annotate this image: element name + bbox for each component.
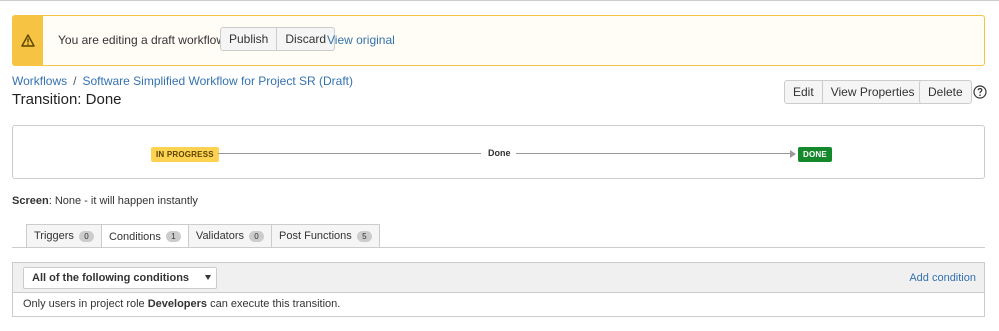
transition-name-label: Done bbox=[488, 148, 511, 158]
condition-row: Only users in project role Developers ca… bbox=[23, 298, 340, 310]
draft-workflow-banner: You are editing a draft workflow. Publis… bbox=[12, 15, 985, 66]
delete-button[interactable]: Delete bbox=[919, 80, 972, 104]
transition-actions: Edit View Properties bbox=[784, 80, 924, 104]
transition-line bbox=[516, 153, 794, 154]
tab-label: Triggers bbox=[34, 230, 74, 242]
tab-post-functions[interactable]: Post Functions 5 bbox=[271, 224, 380, 247]
breadcrumb-workflow-link[interactable]: Software Simplified Workflow for Project… bbox=[82, 74, 353, 88]
condition-text-suffix: can execute this transition. bbox=[207, 298, 341, 310]
breadcrumb: Workflows / Software Simplified Workflow… bbox=[12, 74, 353, 88]
banner-button-group: Publish Discard bbox=[220, 27, 336, 51]
tab-count-badge: 1 bbox=[165, 231, 181, 242]
breadcrumb-workflows-link[interactable]: Workflows bbox=[12, 74, 67, 88]
banner-message: You are editing a draft workflow. bbox=[58, 33, 228, 47]
transition-diagram: IN PROGRESS Done DONE bbox=[12, 125, 985, 179]
condition-text-prefix: Only users in project role bbox=[23, 298, 148, 310]
screen-value: : None - it will happen instantly bbox=[48, 195, 198, 207]
edit-button[interactable]: Edit bbox=[784, 80, 823, 104]
tab-label: Conditions bbox=[108, 230, 161, 243]
view-properties-button[interactable]: View Properties bbox=[822, 80, 924, 104]
chevron-down-icon bbox=[205, 275, 211, 280]
condition-role: Developers bbox=[147, 298, 208, 310]
add-condition-link[interactable]: Add condition bbox=[909, 272, 976, 284]
arrowhead-icon bbox=[790, 150, 796, 158]
tab-count-badge: 0 bbox=[78, 230, 94, 242]
help-icon[interactable] bbox=[973, 85, 987, 99]
tab-label: Post Functions bbox=[279, 230, 352, 242]
tab-conditions[interactable]: Conditions 1 bbox=[100, 224, 189, 248]
conditions-panel: All of the following conditions Add cond… bbox=[12, 262, 985, 317]
banner-icon-column bbox=[13, 16, 43, 65]
status-lozenge-in-progress: IN PROGRESS bbox=[151, 147, 219, 162]
screen-info: Screen: None - it will happen instantly bbox=[12, 195, 198, 207]
transition-line bbox=[218, 153, 481, 154]
view-original-link[interactable]: View original bbox=[327, 33, 395, 47]
tab-label: Validators bbox=[195, 230, 245, 242]
breadcrumb-separator: / bbox=[73, 74, 77, 88]
tab-count-badge: 5 bbox=[356, 230, 372, 242]
tab-validators[interactable]: Validators 0 bbox=[187, 224, 273, 247]
condition-group-select[interactable]: All of the following conditions bbox=[23, 267, 217, 289]
tab-triggers[interactable]: Triggers 0 bbox=[26, 224, 102, 247]
top-border bbox=[0, 0, 999, 1]
publish-button[interactable]: Publish bbox=[220, 27, 278, 51]
tabs-divider bbox=[12, 247, 985, 248]
status-lozenge-done: DONE bbox=[798, 147, 832, 162]
transition-tabs: Triggers 0 Conditions 1 Validators 0 Pos… bbox=[26, 224, 380, 248]
screen-label: Screen bbox=[12, 195, 49, 207]
page-title: Transition: Done bbox=[12, 91, 122, 108]
tab-count-badge: 0 bbox=[249, 230, 265, 242]
conditions-panel-header: All of the following conditions Add cond… bbox=[13, 263, 984, 293]
condition-group-select-value: All of the following conditions bbox=[32, 272, 190, 284]
warning-icon bbox=[21, 34, 35, 47]
